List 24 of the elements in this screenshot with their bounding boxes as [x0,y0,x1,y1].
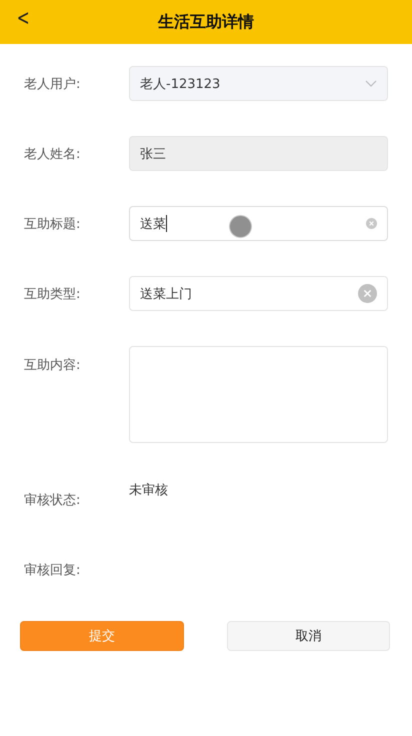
text-area[interactable] [129,346,388,443]
field-label: 老人用户: [24,76,82,92]
back-button[interactable]: < [14,6,32,31]
status-value: 未审核 [129,482,168,499]
field-label: 互助标题: [24,216,82,232]
select-value: 老人-123123 [140,76,220,92]
select-field[interactable]: 老人-123123 [129,66,388,101]
chevron-down-icon [365,80,377,88]
input-value: 送菜 [140,216,166,232]
page-title: 生活互助详情 [158,12,254,32]
field-label: 审核回复: [24,562,82,579]
field-label: 审核状态: [24,492,82,509]
clear-icon[interactable] [358,284,377,303]
field-label: 互助内容: [24,357,82,374]
cancel-button[interactable]: 取消 [226,621,390,651]
input-field[interactable]: 送菜 [129,206,388,241]
touch-point-icon [230,216,251,237]
field-label: 老人姓名: [24,146,82,162]
input-field[interactable]: 送菜上门 [129,276,388,311]
text-cursor [166,215,167,232]
input-field[interactable]: 张三 [129,136,388,171]
field-label: 互助类型: [24,286,82,302]
input-value: 送菜上门 [140,286,192,302]
clear-icon[interactable] [366,218,377,229]
